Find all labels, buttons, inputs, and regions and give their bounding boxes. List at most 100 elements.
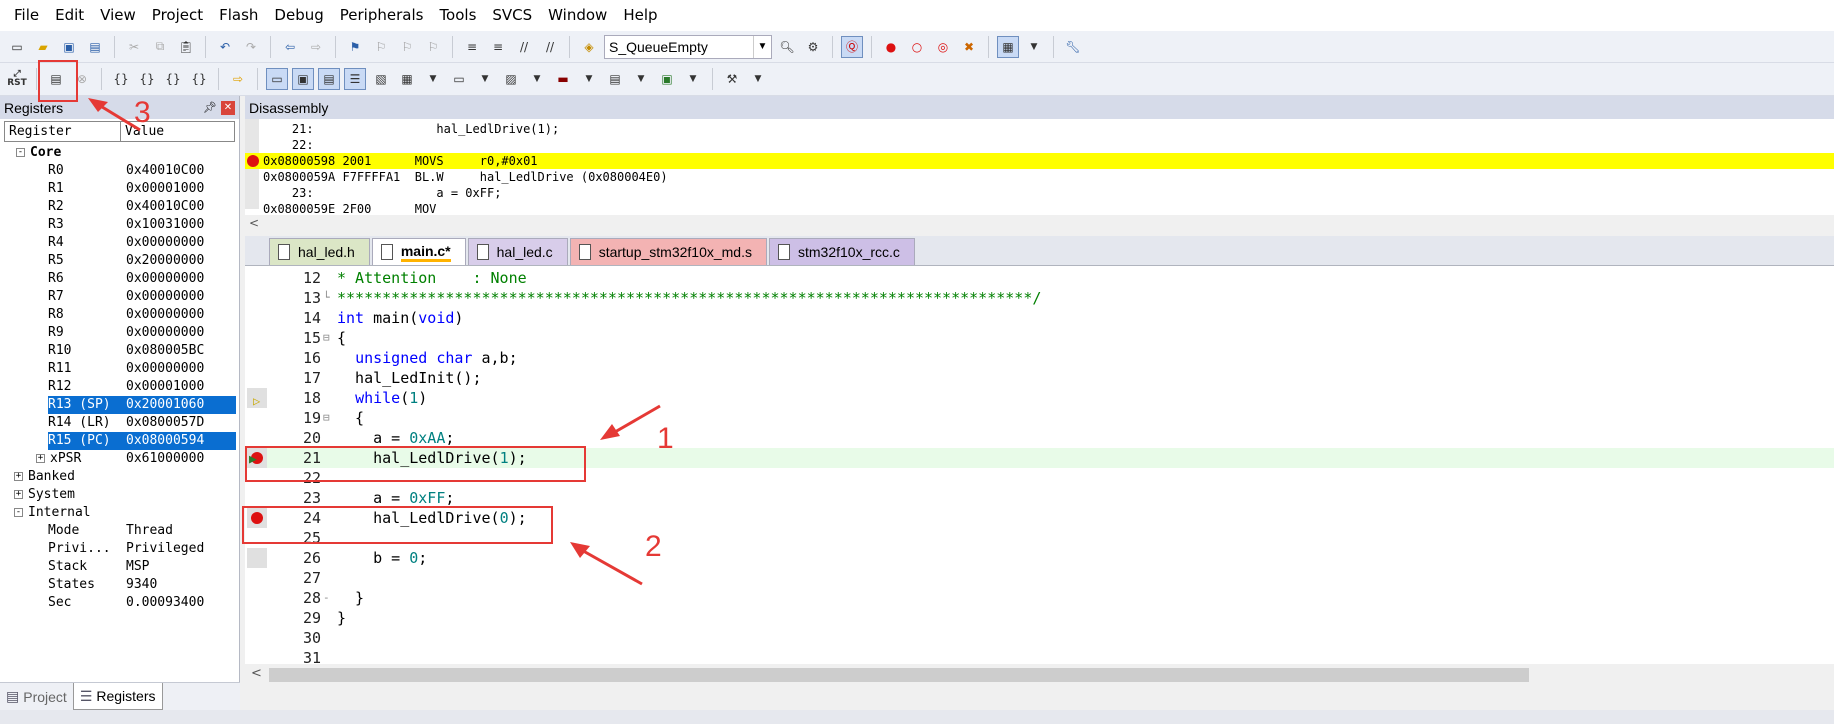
reset-cpu-button[interactable]: ⤢ RST	[6, 68, 28, 90]
register-value[interactable]: Thread	[126, 522, 173, 540]
step-out-icon[interactable]: {}	[162, 68, 184, 90]
register-row[interactable]: Stack MSP	[0, 558, 236, 576]
code-line[interactable]: 14 int main(void)	[245, 308, 1834, 328]
collapse-icon[interactable]: -	[16, 148, 25, 157]
nav-forward-icon[interactable]: ⇨	[305, 36, 327, 58]
register-value[interactable]: Privileged	[126, 540, 204, 558]
run-to-cursor-icon[interactable]: {}	[188, 68, 210, 90]
menu-edit[interactable]: Edit	[47, 0, 92, 31]
code-line[interactable]: 13 └ *************************************…	[245, 288, 1834, 308]
menu-svcs[interactable]: SVCS	[484, 0, 540, 31]
code-line[interactable]: 12 * Attention : None	[245, 268, 1834, 288]
menu-help[interactable]: Help	[615, 0, 665, 31]
chevron-down-icon[interactable]: ▼	[422, 68, 444, 90]
expand-icon[interactable]: +	[14, 490, 23, 499]
scrollbar-thumb[interactable]	[269, 668, 1529, 682]
toolbox-icon[interactable]: ⚒	[721, 68, 743, 90]
find-icon[interactable]: 🔍︎	[776, 36, 798, 58]
show-next-statement-icon[interactable]: ⇨	[227, 68, 249, 90]
pin-icon[interactable]: 📌︎	[203, 101, 217, 115]
bookmark-clear-icon[interactable]: ⚐	[422, 36, 444, 58]
menu-flash[interactable]: Flash	[211, 0, 266, 31]
copy-icon[interactable]: ⧉	[149, 36, 171, 58]
chevron-down-icon[interactable]: ▼	[747, 68, 769, 90]
register-row[interactable]: R15 (PC) 0x08000594	[0, 432, 236, 450]
bookmark-prev-icon[interactable]: ⚐	[370, 36, 392, 58]
comment-icon[interactable]: //	[513, 36, 535, 58]
save-all-icon[interactable]: ▤	[84, 36, 106, 58]
register-row[interactable]: + xPSR 0x61000000	[0, 450, 236, 468]
file-tab[interactable]: stm32f10x_rcc.c	[768, 238, 915, 265]
register-value[interactable]: 0x61000000	[126, 450, 204, 468]
command-window-icon[interactable]: ▭	[266, 68, 288, 90]
call-stack-window-icon[interactable]: ▧	[370, 68, 392, 90]
code-line[interactable]: 18 while(1) ▷	[245, 388, 1834, 408]
code-line[interactable]: 30	[245, 628, 1834, 648]
trace-window-icon[interactable]: ▤	[604, 68, 626, 90]
register-row[interactable]: R14 (LR) 0x0800057D	[0, 414, 236, 432]
register-value[interactable]: 0x00000000	[126, 306, 204, 324]
fold-icon[interactable]: ⊟	[323, 408, 333, 428]
register-row[interactable]: R8 0x00000000	[0, 306, 236, 324]
register-value[interactable]: 0x08000594	[126, 432, 204, 450]
step-into-icon[interactable]: {}	[110, 68, 132, 90]
register-row[interactable]: R13 (SP) 0x20001060	[0, 396, 236, 414]
register-value[interactable]: 0x20000000	[126, 252, 204, 270]
code-line[interactable]: 28- }	[245, 588, 1834, 608]
menu-file[interactable]: File	[6, 0, 47, 31]
register-value[interactable]: 0x00001000	[126, 180, 204, 198]
configure-tools-icon[interactable]: 🔧︎	[1062, 36, 1084, 58]
register-row[interactable]: Mode Thread	[0, 522, 236, 540]
analysis-window-icon[interactable]: ▬	[552, 68, 574, 90]
menu-debug[interactable]: Debug	[266, 0, 331, 31]
code-line[interactable]: 17 hal_LedInit();	[245, 368, 1834, 388]
register-value[interactable]: 0x00000000	[126, 270, 204, 288]
tab-project[interactable]: ▤ Project	[0, 683, 73, 710]
register-row[interactable]: R9 0x00000000	[0, 324, 236, 342]
register-value[interactable]: 0x00001000	[126, 378, 204, 396]
code-line[interactable]: 29}	[245, 608, 1834, 628]
menu-view[interactable]: View	[92, 0, 144, 31]
nav-back-icon[interactable]: ⇦	[279, 36, 301, 58]
register-row[interactable]: R12 0x00001000	[0, 378, 236, 396]
system-viewer-icon[interactable]: ▣	[656, 68, 678, 90]
register-row[interactable]: R1 0x00001000	[0, 180, 236, 198]
code-line[interactable]: 23 a = 0xFF;	[245, 488, 1834, 508]
registers-window-icon[interactable]: ☰	[344, 68, 366, 90]
disassembly-line[interactable]: 0x08000598 2001 MOVS r0,#0x01	[245, 153, 1834, 169]
register-value[interactable]: 9340	[126, 576, 157, 594]
uncomment-icon[interactable]: //	[539, 36, 561, 58]
tab-registers[interactable]: ☰ Registers	[72, 683, 163, 710]
file-tab[interactable]: hal_led.h	[269, 238, 370, 265]
menu-tools[interactable]: Tools	[431, 0, 484, 31]
insert-breakpoint-icon[interactable]: ●	[880, 36, 902, 58]
unindent-icon[interactable]: ≡	[487, 36, 509, 58]
register-value[interactable]: 0x00000000	[126, 360, 204, 378]
register-value[interactable]: 0x00000000	[126, 324, 204, 342]
debug-session-icon[interactable]: Ⓠ	[841, 35, 863, 58]
editor-horizontal-scrollbar[interactable]: <	[245, 664, 1834, 686]
register-value[interactable]: 0x40010C00	[126, 198, 204, 216]
register-row[interactable]: R10 0x080005BC	[0, 342, 236, 360]
save-icon[interactable]: ▣	[58, 36, 80, 58]
register-row[interactable]: R0 0x40010C00	[0, 162, 236, 180]
breakpoint-icon[interactable]	[247, 155, 259, 167]
register-value[interactable]: MSP	[126, 558, 149, 576]
file-tab[interactable]: startup_stm32f10x_md.s	[569, 238, 767, 265]
find-in-files-icon[interactable]: ◈	[578, 36, 600, 58]
target-select[interactable]: S_QueueEmpty ▼	[604, 34, 772, 59]
step-over-icon[interactable]: {}	[136, 68, 158, 90]
fold-icon[interactable]: ⊟	[323, 328, 333, 348]
register-row[interactable]: R11 0x00000000	[0, 360, 236, 378]
register-value[interactable]: 0x080005BC	[126, 342, 204, 360]
tree-group-core[interactable]: - Core	[0, 144, 236, 162]
register-row[interactable]: R5 0x20000000	[0, 252, 236, 270]
serial-window-icon[interactable]: ▨	[500, 68, 522, 90]
code-line[interactable]: 19 ⊟ {	[245, 408, 1834, 428]
watch-window-icon[interactable]: ▦	[396, 68, 418, 90]
code-line[interactable]: 20 a = 0xAA;	[245, 428, 1834, 448]
register-value[interactable]: 0x00000000	[126, 288, 204, 306]
menu-peripherals[interactable]: Peripherals	[332, 0, 432, 31]
register-row[interactable]: R7 0x00000000	[0, 288, 236, 306]
menu-window[interactable]: Window	[540, 0, 615, 31]
